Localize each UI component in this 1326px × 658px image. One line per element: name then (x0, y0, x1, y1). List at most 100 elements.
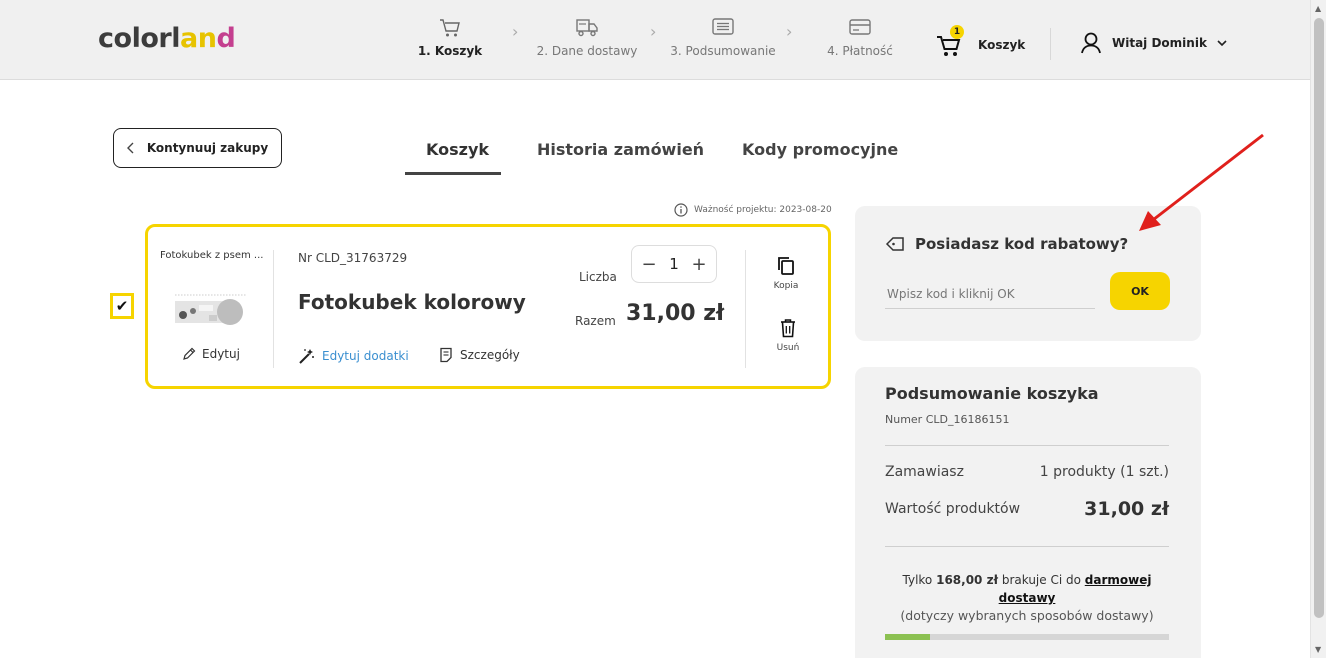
delete-button[interactable]: Usuń (768, 317, 808, 353)
decrease-quantity-button[interactable]: − (640, 254, 658, 275)
details-label: Szczegóły (460, 348, 520, 362)
summary-number: Numer CLD_16186151 (885, 413, 1010, 426)
header-cart-link[interactable]: 1 Koszyk (936, 25, 1026, 60)
tag-icon (885, 237, 904, 251)
free-shipping-progress-bar (885, 634, 1169, 640)
quantity-value[interactable]: 1 (669, 255, 679, 273)
scroll-up-icon[interactable]: ▲ (1315, 4, 1321, 13)
promo-heading: Posiadasz kod rabatowy? (885, 235, 1128, 253)
free-shipping-middle: brakuje Ci do (998, 573, 1085, 587)
free-shipping-note: (dotyczy wybranych sposobów dostawy) (900, 608, 1154, 623)
quantity-stepper[interactable]: − 1 + (631, 245, 717, 283)
chevron-down-icon (1217, 40, 1227, 47)
quantity-label: Liczba (579, 270, 617, 284)
logo-letter: c (98, 23, 114, 54)
item-total-price: 31,00 zł (626, 301, 725, 326)
chevron-left-icon (126, 142, 134, 154)
order-count-label: Zamawiasz (885, 464, 964, 480)
scroll-down-icon[interactable]: ▼ (1315, 645, 1321, 654)
step-delivery[interactable]: 2. Dane dostawy (527, 14, 647, 58)
free-shipping-prefix: Tylko (902, 573, 937, 587)
card-icon (849, 19, 871, 35)
site-header: colorland 1. Koszyk › 2. Dane dostawy › … (0, 0, 1310, 80)
product-name: Fotokubek kolorowy (298, 290, 526, 314)
annotation-arrow (1139, 133, 1264, 231)
products-value: 31,00 zł (1084, 498, 1169, 520)
user-menu[interactable]: Witaj Dominik (1080, 31, 1227, 55)
chevron-right-icon: › (786, 22, 793, 41)
summary-title: Podsumowanie koszyka (885, 384, 1099, 403)
continue-shopping-label: Kontynuuj zakupy (146, 141, 269, 155)
logo-letter: o (113, 23, 133, 54)
missing-amount: 168,00 zł (936, 573, 999, 587)
chevron-right-icon: › (512, 22, 519, 41)
continue-shopping-button[interactable]: Kontynuuj zakupy (113, 128, 282, 168)
summary-divider (885, 445, 1169, 446)
step-payment[interactable]: 4. Płatność (800, 14, 920, 58)
project-validity: Ważność projektu: 2023-08-20 (674, 203, 832, 217)
card-divider (273, 250, 274, 368)
info-icon (674, 203, 688, 217)
copy-icon (778, 257, 794, 275)
scrollbar-thumb[interactable] (1314, 18, 1324, 618)
total-label: Razem (575, 314, 616, 328)
check-icon: ✔ (115, 297, 129, 315)
promo-code-input[interactable] (885, 279, 1095, 309)
step-label: 2. Dane dostawy (536, 44, 638, 58)
cart-label: Koszyk (978, 38, 1026, 52)
copy-label: Kopia (773, 281, 799, 291)
delete-label: Usuń (776, 343, 800, 353)
truck-icon (576, 19, 598, 37)
edit-addons-label: Edytuj dodatki (322, 349, 409, 363)
product-number: Nr CLD_31763729 (298, 251, 408, 265)
increase-quantity-button[interactable]: + (690, 254, 708, 275)
chevron-right-icon: › (650, 22, 657, 41)
logo-letter: d (216, 23, 236, 54)
products-value-label: Wartość produktów (885, 501, 1021, 517)
edit-addons-link[interactable]: Edytuj dodatki (298, 347, 409, 365)
free-shipping-info: Tylko 168,00 zł brakuje Ci do darmowej d… (885, 571, 1169, 625)
product-select-checkbox[interactable]: ✔ (110, 293, 134, 319)
step-cart[interactable]: 1. Koszyk (390, 14, 510, 58)
page-scrollbar[interactable]: ▲ ▼ (1310, 0, 1326, 658)
apply-promo-button[interactable]: OK (1110, 272, 1170, 310)
step-label: 1. Koszyk (417, 44, 483, 58)
tab-cart[interactable]: Koszyk (426, 140, 489, 159)
edit-label: Edytuj (202, 347, 240, 361)
card-divider (745, 250, 746, 368)
step-summary[interactable]: 3. Podsumowanie (663, 14, 783, 58)
step-label: 4. Płatność (827, 44, 893, 58)
cart-icon (440, 19, 460, 37)
list-icon (712, 18, 734, 35)
document-icon (440, 347, 452, 363)
copy-button[interactable]: Kopia (766, 255, 806, 291)
product-thumbnail[interactable] (173, 291, 249, 329)
tab-order-history[interactable]: Historia zamówień (537, 140, 704, 159)
summary-divider (885, 546, 1169, 547)
product-short-title: Fotokubek z psem ... (160, 250, 264, 261)
user-icon (1081, 32, 1101, 54)
header-divider (1050, 28, 1051, 60)
logo-letter: o (140, 23, 159, 54)
logo-letter: n (197, 23, 217, 54)
cart-count-badge: 1 (950, 25, 964, 39)
tab-promo-codes[interactable]: Kody promocyjne (742, 140, 898, 159)
cart-summary-panel: Podsumowanie koszyka Numer CLD_16186151 … (855, 367, 1201, 658)
promo-title: Posiadasz kod rabatowy? (915, 235, 1129, 253)
step-label: 3. Podsumowanie (670, 44, 776, 58)
colorland-logo[interactable]: colorland (98, 23, 236, 54)
edit-project-button[interactable]: Edytuj (182, 347, 240, 361)
pencil-icon (183, 347, 196, 360)
magic-wand-icon (299, 349, 314, 364)
validity-text: Ważność projektu: 2023-08-20 (694, 205, 832, 215)
logo-letter: r (158, 23, 172, 54)
logo-letter: l (131, 23, 141, 54)
logo-letter: a (180, 23, 198, 54)
cart-item-card: Fotokubek z psem ... Edytuj Nr CLD_31763… (145, 224, 831, 389)
trash-icon (781, 319, 795, 338)
details-link[interactable]: Szczegóły (438, 347, 520, 363)
user-greeting: Witaj Dominik (1112, 36, 1207, 50)
progress-fill (885, 634, 931, 640)
logo-letter: l (171, 23, 180, 54)
active-tab-indicator (405, 172, 501, 175)
